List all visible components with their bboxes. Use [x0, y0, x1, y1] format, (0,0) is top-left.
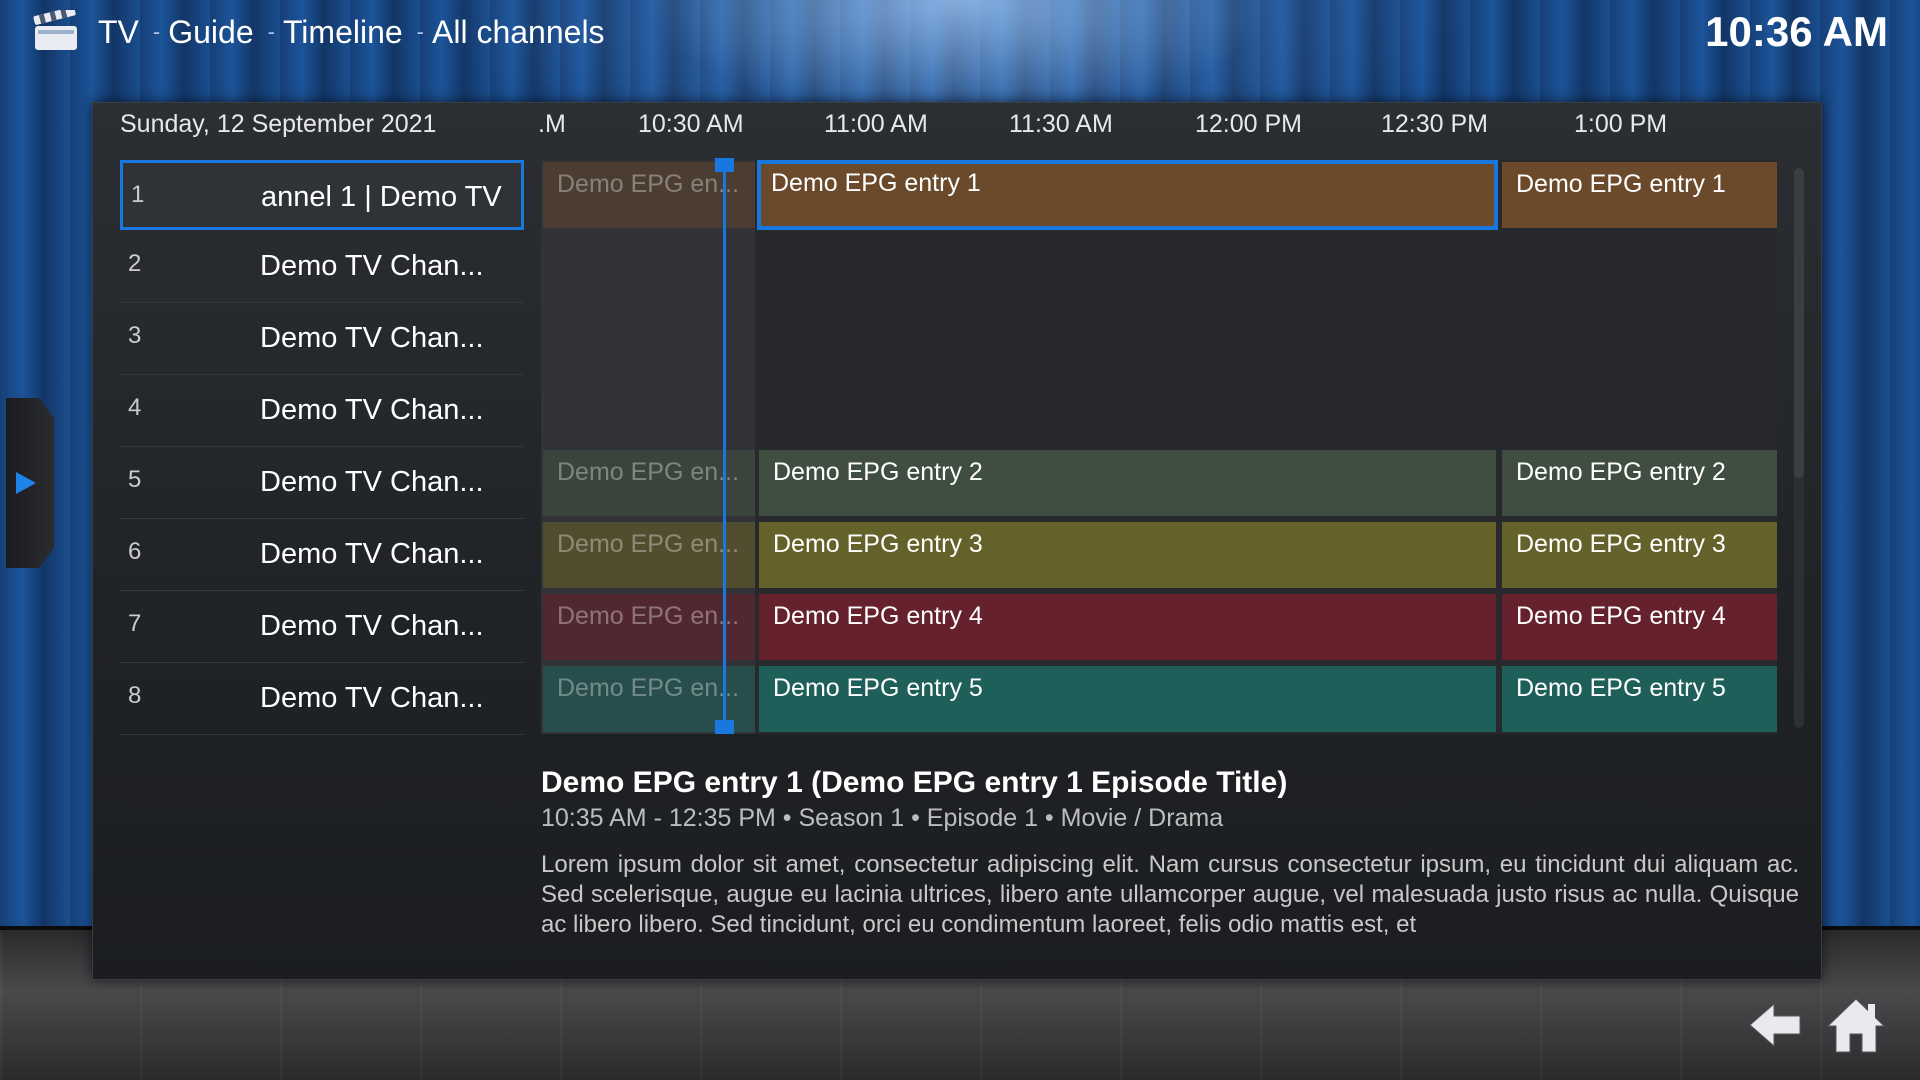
channel-row[interactable]: 7 Demo TV Chan... [120, 592, 524, 663]
program-cell[interactable]: Demo EPG entry 4 [759, 594, 1496, 660]
current-time-indicator [723, 160, 726, 728]
timeline-label: .M [538, 110, 566, 138]
channel-name: annel 1 | Demo TV [261, 181, 502, 213]
timeline-label: 11:30 AM [1009, 110, 1113, 138]
channel-row[interactable]: 2 Demo TV Chan... [120, 232, 524, 303]
home-icon[interactable] [1826, 996, 1886, 1054]
program-title: Demo EPG entry 5 [1516, 674, 1726, 702]
channel-row[interactable]: 1 annel 1 | Demo TV [120, 160, 524, 230]
current-time-marker-top [715, 158, 734, 172]
program-cell[interactable]: Demo EPG entry 4 [1502, 594, 1777, 660]
channel-name: Demo TV Chan... [260, 322, 484, 354]
scrollbar-thumb[interactable] [1794, 168, 1804, 478]
current-time-marker-bottom [715, 720, 734, 734]
channel-name: Demo TV Chan... [260, 610, 484, 642]
program-title: Demo EPG entry 3 [1516, 530, 1726, 558]
program-title: Demo EPG entry 2 [1516, 458, 1726, 486]
channel-number: 3 [128, 322, 142, 349]
header-bar: TV - Guide - Timeline - All channels 10:… [0, 0, 1920, 62]
channel-row[interactable]: 6 Demo TV Chan... [120, 520, 524, 591]
breadcrumb-timeline[interactable]: Timeline [283, 14, 403, 51]
channel-name: Demo TV Chan... [260, 394, 484, 426]
channel-number: 5 [128, 466, 142, 493]
channel-number: 8 [128, 682, 142, 709]
breadcrumb-separator: - [267, 19, 275, 44]
program-title: Demo EPG entry 2 [773, 458, 983, 486]
channel-name: Demo TV Chan... [260, 466, 484, 498]
breadcrumb-all-channels[interactable]: All channels [432, 14, 605, 51]
program-info-title: Demo EPG entry 1 (Demo EPG entry 1 Episo… [541, 766, 1288, 799]
channel-row[interactable]: 5 Demo TV Chan... [120, 448, 524, 519]
program-title: Demo EPG en... [557, 170, 740, 198]
program-title: Demo EPG en... [557, 602, 740, 630]
program-cell[interactable]: Demo EPG entry 2 [759, 450, 1496, 516]
program-cell-selected[interactable]: Demo EPG entry 1 [757, 160, 1498, 230]
program-cell[interactable]: Demo EPG entry 2 [1502, 450, 1777, 516]
channel-name: Demo TV Chan... [260, 250, 484, 282]
clapperboard-icon [33, 10, 77, 50]
play-arrow-icon[interactable] [16, 472, 36, 494]
clock: 10:36 AM [1705, 8, 1888, 55]
program-title: Demo EPG en... [557, 674, 740, 702]
program-cell[interactable]: Demo EPG entry 1 [1502, 162, 1777, 228]
program-title: Demo EPG entry 1 [1516, 170, 1726, 198]
program-title: Demo EPG en... [557, 530, 740, 558]
timeline-label: 12:30 PM [1381, 110, 1489, 138]
program-info-description: Lorem ipsum dolor sit amet, consectetur … [541, 851, 1799, 938]
channel-name: Demo TV Chan... [260, 682, 484, 714]
breadcrumb-tv[interactable]: TV [98, 14, 139, 51]
breadcrumb-separator: - [416, 19, 424, 44]
breadcrumb-guide[interactable]: Guide [168, 14, 253, 51]
channel-number: 7 [128, 610, 142, 637]
channel-number: 2 [128, 250, 142, 277]
program-cell[interactable]: Demo EPG entry 3 [1502, 522, 1777, 588]
program-cell[interactable]: Demo EPG entry 5 [759, 666, 1496, 732]
breadcrumb-separator: - [152, 19, 161, 44]
guide-date: Sunday, 12 September 2021 [120, 110, 437, 138]
program-title: Demo EPG entry 1 [771, 169, 981, 197]
channel-row[interactable]: 3 Demo TV Chan... [120, 304, 524, 375]
program-title: Demo EPG en... [557, 458, 740, 486]
channel-number: 6 [128, 538, 142, 565]
channel-number: 4 [128, 394, 142, 421]
channel-row[interactable]: 4 Demo TV Chan... [120, 376, 524, 447]
program-info-meta: 10:35 AM - 12:35 PM • Season 1 • Episode… [541, 804, 1224, 832]
timeline-label: 10:30 AM [638, 110, 744, 138]
channel-row[interactable]: 8 Demo TV Chan... [120, 664, 524, 735]
program-title: Demo EPG entry 3 [773, 530, 983, 558]
program-title: Demo EPG entry 5 [773, 674, 983, 702]
program-cell[interactable]: Demo EPG entry 3 [759, 522, 1496, 588]
program-title: Demo EPG entry 4 [1516, 602, 1726, 630]
timeline-label: 1:00 PM [1574, 110, 1668, 138]
breadcrumb: TV - Guide - Timeline - All channels [98, 10, 605, 54]
program-cell[interactable]: Demo EPG entry 5 [1502, 666, 1777, 732]
channel-number: 1 [131, 181, 145, 208]
back-arrow-icon[interactable] [1748, 1000, 1802, 1050]
program-title: Demo EPG entry 4 [773, 602, 983, 630]
timeline-label: 11:00 AM [824, 110, 928, 138]
channel-name: Demo TV Chan... [260, 538, 484, 570]
timeline-label: 12:00 PM [1195, 110, 1303, 138]
